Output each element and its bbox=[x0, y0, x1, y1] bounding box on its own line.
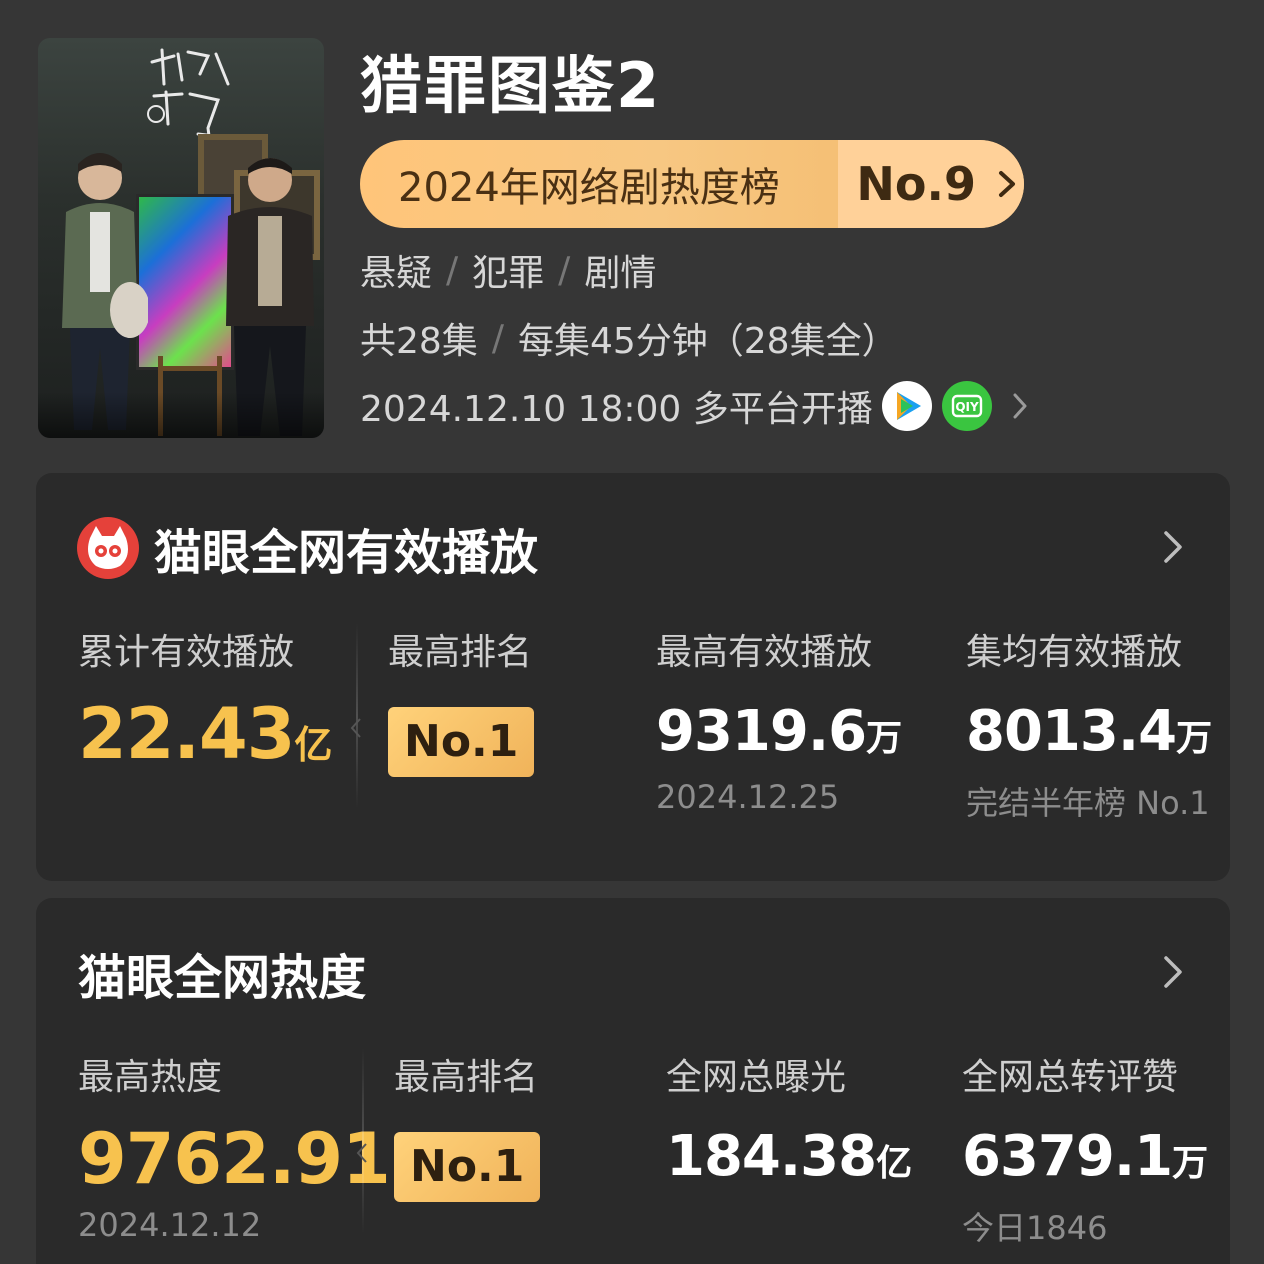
stat-label: 最高排名 bbox=[394, 1057, 539, 1098]
separator: / bbox=[558, 249, 571, 291]
heat-card-title: 猫眼全网热度 bbox=[78, 950, 367, 1006]
show-title: 猎罪图鉴2 bbox=[360, 49, 662, 122]
stat-value-row: 6379.1万 bbox=[962, 1124, 1208, 1189]
rank-badge: No.1 bbox=[394, 1132, 541, 1202]
divider bbox=[362, 1048, 364, 1234]
genre-list: 悬疑 / 犯罪 / 剧情 bbox=[360, 244, 656, 296]
genre-tag: 剧情 bbox=[584, 253, 657, 294]
total-exposure-stat: 全网总曝光 184.38亿 bbox=[666, 1048, 912, 1189]
stat-unit: 万 bbox=[1172, 1143, 1209, 1184]
playback-card-header: 猫眼全网有效播放 bbox=[76, 513, 538, 583]
separator: / bbox=[491, 317, 504, 359]
airdate-row[interactable]: 2024.12.10 18:00 多平台开播 QIY bbox=[360, 380, 1033, 432]
peak-heat-stat: 最高热度 9762.91 2024.12.12 bbox=[78, 1048, 391, 1244]
stat-date: 2024.12.25 bbox=[656, 778, 840, 816]
poster-floor bbox=[38, 392, 324, 438]
maoyan-logo-icon bbox=[77, 517, 139, 579]
stat-unit: 亿 bbox=[294, 723, 333, 767]
iqiyi-icon[interactable]: QIY bbox=[941, 380, 993, 432]
airdate-text: 2024.12.10 18:00 多平台开播 bbox=[360, 389, 873, 430]
heat-peak-rank-stat: 最高排名 No.1 bbox=[394, 1048, 541, 1202]
avg-episode-playback-stat: 集均有效播放 8013.4万 完结半年榜 No.1 bbox=[966, 623, 1212, 824]
total-engagement-stat: 全网总转评赞 6379.1万 今日1846 bbox=[962, 1048, 1208, 1249]
stat-label: 累计有效播放 bbox=[78, 632, 295, 673]
stat-label: 全网总转评赞 bbox=[962, 1057, 1179, 1098]
stat-ranking-note: 完结半年榜 No.1 bbox=[966, 784, 1210, 822]
tencent-video-icon[interactable] bbox=[881, 380, 933, 432]
episode-duration: 每集45分钟（28集全） bbox=[517, 321, 898, 362]
stat-value: 6379.1 bbox=[962, 1124, 1173, 1189]
stat-value: 8013.4 bbox=[966, 699, 1177, 764]
stat-label: 全网总曝光 bbox=[666, 1057, 847, 1098]
divider-notch bbox=[356, 1143, 367, 1163]
divider-notch bbox=[350, 718, 361, 738]
stat-value: 9762.91 bbox=[78, 1118, 391, 1200]
annual-rank-button[interactable]: 2024年网络剧热度榜 No.9 bbox=[360, 140, 1024, 228]
svg-text:QIY: QIY bbox=[955, 400, 979, 414]
genre-tag: 悬疑 bbox=[360, 253, 433, 294]
stat-value-row: 9319.6万 bbox=[656, 699, 902, 764]
chevron-right-icon[interactable] bbox=[1158, 527, 1188, 567]
playback-card-title: 猫眼全网有效播放 bbox=[154, 525, 539, 581]
cumulative-playback-stat: 累计有效播放 22.43亿 bbox=[78, 623, 332, 775]
peak-playback-stat: 最高有效播放 9319.6万 2024.12.25 bbox=[656, 623, 902, 816]
stat-value-row: 8013.4万 bbox=[966, 699, 1212, 764]
stat-value-row: 184.38亿 bbox=[666, 1124, 912, 1189]
chevron-right-icon[interactable] bbox=[1158, 952, 1188, 992]
separator: / bbox=[446, 249, 459, 291]
stat-label: 最高热度 bbox=[78, 1057, 223, 1098]
stat-unit: 亿 bbox=[876, 1143, 913, 1184]
divider bbox=[356, 623, 358, 809]
chevron-right-icon bbox=[1013, 393, 1027, 419]
playback-card[interactable]: 猫眼全网有效播放 累计有效播放 22.43亿 最高排名 No.1 最高有效播放 … bbox=[36, 473, 1230, 881]
stat-value: 184.38 bbox=[666, 1124, 877, 1189]
stat-date: 2024.12.12 bbox=[78, 1206, 262, 1244]
episode-info: 共28集 / 每集45分钟（28集全） bbox=[360, 312, 898, 364]
rank-label: 2024年网络剧热度榜 bbox=[398, 165, 780, 211]
stat-label: 最高排名 bbox=[388, 632, 533, 673]
heat-card[interactable]: 猫眼全网热度 最高热度 9762.91 2024.12.12 最高排名 No.1… bbox=[36, 898, 1230, 1264]
heat-card-header: 猫眼全网热度 bbox=[78, 938, 366, 1008]
stat-label: 最高有效播放 bbox=[656, 632, 873, 673]
genre-tag: 犯罪 bbox=[472, 253, 545, 294]
stat-label: 集均有效播放 bbox=[966, 632, 1183, 673]
peak-rank-stat: 最高排名 No.1 bbox=[388, 623, 535, 777]
stat-today-note: 今日1846 bbox=[962, 1209, 1108, 1247]
stat-unit: 万 bbox=[866, 718, 903, 759]
show-poster[interactable]: II bbox=[38, 38, 324, 438]
chevron-right-icon bbox=[999, 171, 1015, 197]
stat-value: 9319.6 bbox=[656, 699, 867, 764]
stat-unit: 万 bbox=[1176, 718, 1213, 759]
rank-badge: No.1 bbox=[388, 707, 535, 777]
stat-value-row: 9762.91 bbox=[78, 1118, 391, 1200]
stat-value-row: 22.43亿 bbox=[78, 693, 332, 775]
rank-value: No.9 bbox=[856, 157, 976, 211]
stat-value: 22.43 bbox=[78, 693, 295, 775]
rank-value-area: No.9 bbox=[838, 140, 1024, 228]
episode-count: 共28集 bbox=[360, 321, 478, 362]
